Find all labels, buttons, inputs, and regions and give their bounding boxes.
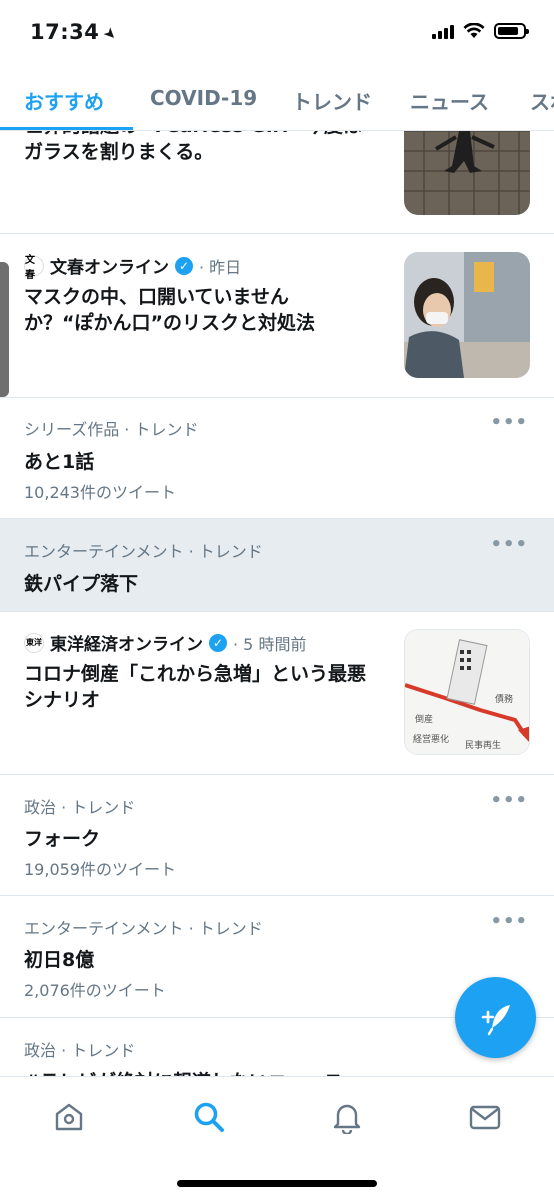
side-drawer-handle[interactable] [0,262,9,397]
trend-item-pipe[interactable]: エンターテインメント · トレンド ••• 鉄パイプ落下 [0,519,554,612]
news-item-fearless-girl[interactable]: 世界的話題の "Fearless Girl" 今度は ガラスを割りまくる。 [0,131,554,234]
news-thumbnail-bankruptcy: 倒産 経営悪化 民事再生 債務 [404,629,530,755]
compose-tweet-button[interactable] [455,977,536,1058]
active-tab-indicator [0,127,133,130]
more-options-button[interactable]: ••• [490,911,528,932]
news-headline: マスクの中、口開いていません か？“ぽかん口”のリスクと対処法 [24,286,315,334]
trend-item-fork[interactable]: 政治 · トレンド ••• フォーク 19,059件のツイート [0,775,554,896]
publish-time: · 5 時間前 [233,634,307,654]
nav-home[interactable] [49,1097,89,1137]
mail-icon [469,1105,501,1130]
trend-category: 政治 · トレンド [24,1041,136,1060]
news-headline: 世界的話題の "Fearless Girl" 今度は ガラスを割りまくる。 [24,131,362,163]
more-options-button[interactable]: ••• [490,412,528,433]
tab-sports[interactable]: スポ [530,86,554,115]
svg-text:民事再生: 民事再生 [465,739,501,751]
nav-notifications[interactable] [327,1097,367,1137]
explore-tabs: おすすめ COVID-19 トレンド ニュース スポ [0,72,554,131]
trend-category: 政治 · トレンド [24,798,136,817]
news-item-bankruptcy[interactable]: 東洋 東洋経済オンライン ✓ · 5 時間前 コロナ倒産「これから急増」という最… [0,612,554,775]
trend-name: フォーク [24,828,101,850]
bell-icon [333,1104,361,1134]
trend-category: エンターテインメント · トレンド [24,542,263,561]
tweet-count: 2,076件のツイート [24,981,166,1000]
compose-feather-icon [481,1004,510,1035]
tab-covid19[interactable]: COVID-19 [150,86,257,110]
publisher-logo: 文春 [24,255,44,281]
status-bar: 17:34➤ [0,0,554,70]
trend-name: #テレビが絶対に報道しないニュース [24,1067,343,1076]
publisher-name: 東洋経済オンライン [50,635,203,655]
verified-badge-icon: ✓ [175,256,193,275]
tab-recommended[interactable]: おすすめ [24,86,104,115]
news-item-mask[interactable]: 文春 文春オンライン ✓ · 昨日 マスクの中、口開いていません か？“ぽかん口… [0,234,554,398]
trend-item-ato-1wa[interactable]: シリーズ作品 · トレンド ••• あと1話 10,243件のツイート [0,398,554,519]
tweet-count: 19,059件のツイート [24,860,176,879]
svg-text:債務: 債務 [495,693,513,705]
more-options-button[interactable]: ••• [490,790,528,811]
location-icon: ➤ [99,23,122,45]
battery-icon [494,23,529,39]
trend-category: シリーズ作品 · トレンド [24,420,199,439]
publisher-logo: 東洋 [24,632,44,653]
publisher-row: 文春 文春オンライン ✓ · 昨日 [24,253,242,281]
svg-text:倒産: 倒産 [415,713,433,725]
home-icon [55,1103,83,1131]
tab-trends[interactable]: トレンド [292,86,372,115]
news-headline: コロナ倒産「これから急増」という最悪 シナリオ [24,663,367,711]
cellular-signal-icon [432,23,454,39]
tab-news[interactable]: ニュース [410,86,489,115]
status-icons [432,23,529,39]
nav-messages[interactable] [465,1097,505,1137]
verified-badge-icon: ✓ [209,633,227,652]
publisher-row: 東洋 東洋経済オンライン ✓ · 5 時間前 [24,630,306,655]
nav-search[interactable] [189,1097,229,1137]
home-indicator[interactable] [177,1180,377,1187]
tweet-count: 10,243件のツイート [24,483,176,502]
more-options-button[interactable]: ••• [490,534,528,555]
publisher-name: 文春オンライン [50,258,169,278]
news-thumbnail-mask [404,252,530,378]
search-icon [194,1102,224,1132]
trend-name: あと1話 [24,451,95,473]
status-time: 17:34➤ [30,20,122,45]
explore-feed[interactable]: 世界的話題の "Fearless Girl" 今度は ガラスを割りまくる。 [0,131,554,1076]
trend-name: 鉄パイプ落下 [24,573,139,595]
publish-time: · 昨日 [199,257,242,277]
wifi-icon [463,23,485,38]
news-thumbnail-fearless-girl [404,131,530,215]
svg-text:経営悪化: 経営悪化 [413,733,449,745]
trend-category: エンターテインメント · トレンド [24,919,263,938]
trend-name: 初日8億 [24,949,95,971]
